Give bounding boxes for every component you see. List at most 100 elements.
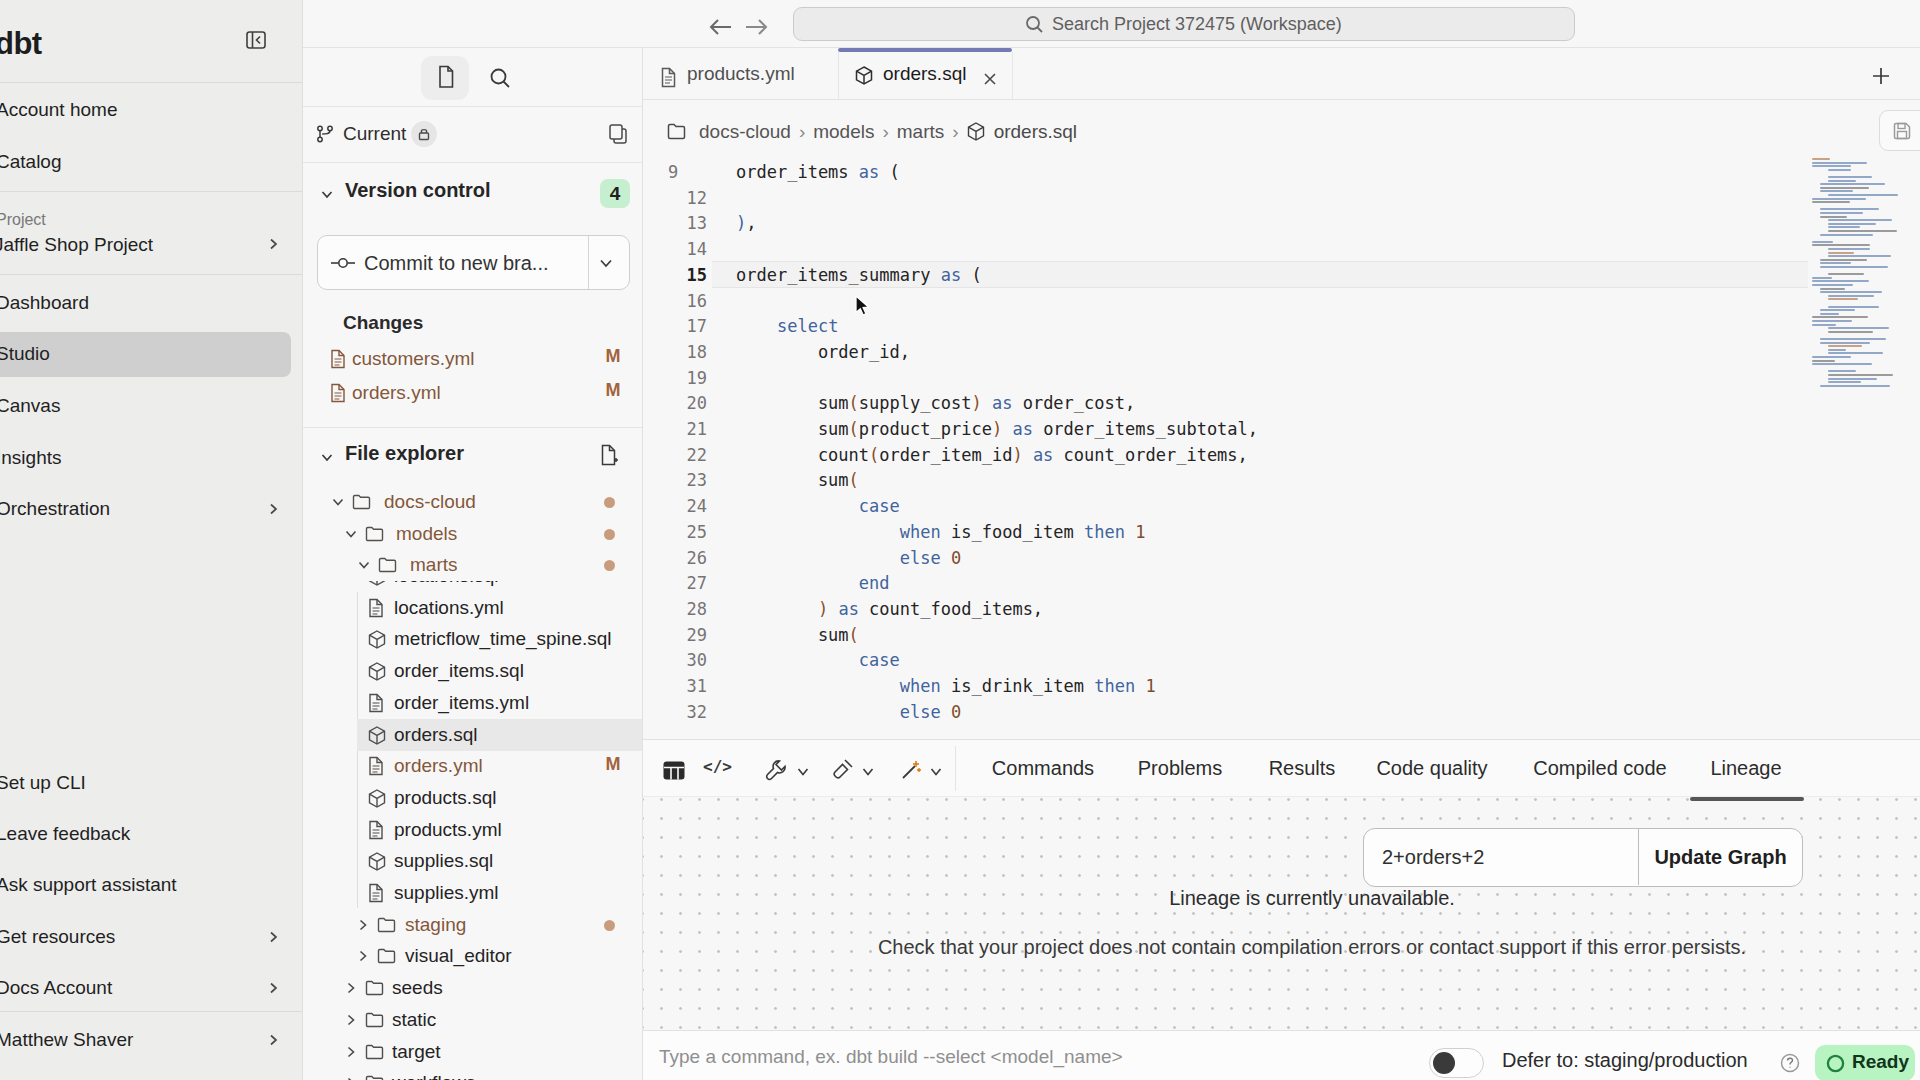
defer-toggle-knob (1433, 1052, 1455, 1074)
tab-products-yml[interactable]: products.yml (687, 61, 795, 87)
code-view-icon[interactable]: </> (703, 757, 732, 776)
user-menu[interactable]: Matthew Shaver (0, 1024, 133, 1056)
code-line: count(order_item_id) as count_order_item… (736, 442, 1920, 468)
panel-tab-lineage[interactable]: Lineage (1710, 740, 1781, 797)
tree-item-label: supplies.sql (394, 845, 493, 877)
ai-wand-icon[interactable] (900, 759, 922, 781)
back-arrow-icon[interactable] (707, 16, 733, 38)
sidebar-item-ask-support-assistant[interactable]: Ask support assistant (0, 869, 177, 901)
minimap-line (1828, 176, 1872, 178)
code-line: select (736, 313, 1920, 339)
chevron-right-icon (345, 981, 357, 995)
minimap-line (1828, 381, 1861, 383)
tree-item-workflows[interactable]: workflows (303, 1067, 642, 1080)
chevron-right-icon (357, 949, 369, 963)
folder-icon (365, 1075, 384, 1080)
sidebar-item-canvas[interactable]: Canvas (0, 390, 60, 422)
sidebar-item-leave-feedback[interactable]: Leave feedback (0, 818, 130, 850)
minimap-line (1828, 327, 1889, 329)
tree-item-label: order_items.sql (394, 655, 524, 687)
new-tab-plus-icon[interactable] (1872, 67, 1890, 85)
line-number: 17 (655, 313, 707, 339)
minimap-line (1820, 313, 1839, 315)
minimap-line (1812, 284, 1853, 286)
minimap-line (1828, 255, 1891, 257)
minimap-line (1828, 345, 1862, 347)
panel-tab-commands[interactable]: Commands (992, 740, 1094, 797)
build-tools-icon[interactable] (765, 759, 787, 781)
tab-orders-sql[interactable]: orders.sql (883, 61, 966, 87)
sidebar-collapse-icon[interactable] (246, 31, 266, 49)
help-icon[interactable] (1780, 1053, 1800, 1073)
sidebar-item-docs-account[interactable]: Docs Account (0, 972, 112, 1004)
chevron-right-icon (345, 1013, 357, 1027)
code-line: order_items as ( (736, 159, 1920, 185)
tree-item-label: staging (405, 909, 466, 941)
update-graph-button[interactable]: Update Graph (1638, 829, 1802, 885)
tree-item-orders-yml[interactable]: orders.ymlM (303, 750, 642, 782)
defer-toggle[interactable] (1429, 1048, 1484, 1078)
ai-wand-chevron-icon[interactable] (929, 766, 943, 778)
top-header: Search Project 372475 (Workspace) (303, 0, 1920, 48)
tree-item-products-sql[interactable]: products.sql (303, 782, 642, 814)
results-table-icon[interactable] (663, 761, 685, 780)
folder-icon (365, 526, 384, 542)
tree-item-metricflow-time-spine-sql[interactable]: metricflow_time_spine.sql (303, 623, 642, 655)
user-chevron-icon[interactable] (266, 1033, 280, 1047)
line-number: 23 (655, 467, 707, 493)
tree-item-static[interactable]: static (303, 1004, 642, 1036)
tree-item-target[interactable]: target (303, 1036, 642, 1068)
save-button[interactable] (1879, 110, 1920, 151)
tree-item-seeds[interactable]: seeds (303, 972, 642, 1004)
lineage-selector-group: 2+orders+2 Update Graph (1363, 828, 1803, 887)
tree-item-models[interactable]: models (303, 518, 642, 550)
tree-item-locations-yml[interactable]: locations.yml (303, 592, 642, 624)
build-tools-chevron-icon[interactable] (796, 766, 810, 778)
sidebar-item-orchestration[interactable]: Orchestration (0, 493, 110, 525)
modified-dot (604, 560, 615, 571)
panel-tab-results[interactable]: Results (1269, 740, 1336, 797)
tree-item-label: static (392, 1004, 436, 1036)
tree-item-orders-sql[interactable]: orders.sql (303, 719, 642, 751)
sidebar-item-dashboard[interactable]: Dashboard (0, 287, 89, 319)
tree-item-supplies-yml[interactable]: supplies.yml (303, 877, 642, 909)
tree-item-staging[interactable]: staging (303, 909, 642, 941)
line-number: 26 (655, 545, 707, 571)
save-disk-icon (1893, 122, 1911, 140)
tree-item-products-yml[interactable]: products.yml (303, 814, 642, 846)
panel-tab-compiled-code[interactable]: Compiled code (1533, 740, 1666, 797)
command-input[interactable]: Type a command, ex. dbt build --select <… (659, 1046, 1123, 1068)
line-number: 12 (655, 185, 707, 211)
lineage-selector-input[interactable]: 2+orders+2 (1382, 829, 1484, 885)
line-number: 25 (655, 519, 707, 545)
tree-item-docs-cloud[interactable]: docs-cloud (303, 486, 642, 518)
tree-item-order-items-sql[interactable]: order_items.sql (303, 655, 642, 687)
sidebar-item-catalog[interactable]: Catalog (0, 146, 62, 178)
tree-item-order-items-yml[interactable]: order_items.yml (303, 687, 642, 719)
minimap-line (1828, 378, 1877, 380)
project-chevron-icon[interactable] (266, 237, 280, 251)
project-name[interactable]: Jaffle Shop Project (0, 229, 153, 261)
tree-item-supplies-sql[interactable]: supplies.sql (303, 845, 642, 877)
sidebar-item-insights[interactable]: Insights (0, 442, 61, 474)
code-line: order_items_summary as ( (736, 262, 1920, 288)
line-number: 20 (655, 390, 707, 416)
code-line: sum( (736, 622, 1920, 648)
format-broom-icon[interactable] (833, 759, 853, 781)
sidebar-item-set-up-cli[interactable]: Set up CLI (0, 767, 86, 799)
format-chevron-icon[interactable] (861, 766, 875, 778)
panel-tab-problems[interactable]: Problems (1138, 740, 1222, 797)
sidebar-item-studio[interactable]: Studio (0, 338, 50, 370)
sidebar-item-account-home[interactable]: Account home (0, 94, 117, 126)
tree-item-marts[interactable]: marts (303, 549, 642, 581)
panel-tab-code-quality[interactable]: Code quality (1376, 740, 1487, 797)
tab-close-icon[interactable] (983, 72, 997, 86)
tree-item-label: locations.yml (394, 592, 504, 624)
sidebar-item-get-resources[interactable]: Get resources (0, 921, 115, 953)
code-editor[interactable]: 9order_items as (1213),1415order_items_s… (643, 100, 1920, 739)
tree-item-label: order_items.yml (394, 687, 529, 719)
command-bar: Type a command, ex. dbt build --select <… (643, 1030, 1920, 1080)
tree-item-visual-editor[interactable]: visual_editor (303, 940, 642, 972)
code-line: sum(supply_cost) as order_cost, (736, 390, 1920, 416)
forward-arrow-icon[interactable] (744, 16, 770, 38)
